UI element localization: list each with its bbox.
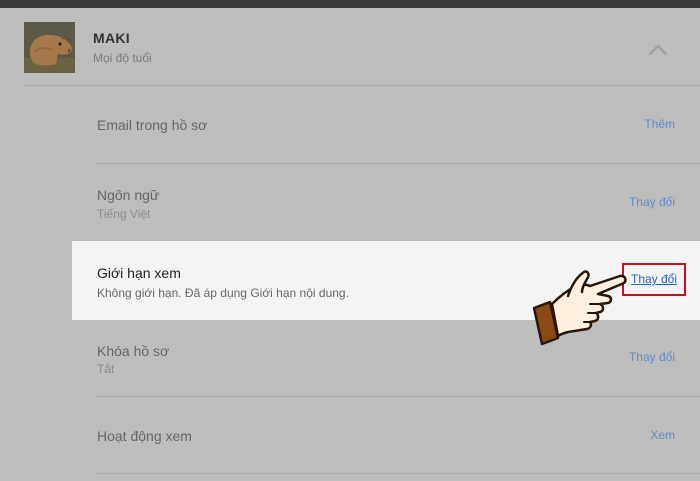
chevron-up-icon[interactable] bbox=[646, 38, 670, 62]
row-title: Ngôn ngữ bbox=[97, 187, 160, 203]
row-divider bbox=[96, 473, 700, 474]
profile-name: MAKI bbox=[93, 30, 130, 46]
row-title: Giới hạn xem bbox=[97, 265, 181, 281]
setting-row-viewing-activity: Hoạt động xem Xem bbox=[0, 397, 700, 474]
row-subtitle: Tiếng Việt bbox=[97, 207, 151, 221]
pointing-hand-icon bbox=[528, 266, 628, 348]
row-subtitle: Không giới hạn. Đã áp dụng Giới hạn nội … bbox=[97, 286, 349, 300]
setting-row-email: Email trong hồ sơ Thêm bbox=[0, 86, 700, 164]
change-restrictions-link[interactable]: Thay đổi bbox=[631, 272, 677, 286]
add-email-link[interactable]: Thêm bbox=[644, 117, 675, 131]
profile-maturity: Mọi độ tuổi bbox=[93, 51, 152, 65]
row-title: Email trong hồ sơ bbox=[97, 117, 208, 133]
row-subtitle: Tắt bbox=[97, 362, 115, 376]
profile-header[interactable]: MAKI Mọi độ tuổi bbox=[0, 8, 700, 86]
change-lock-link[interactable]: Thay đổi bbox=[629, 350, 675, 364]
setting-row-language: Ngôn ngữ Tiếng Việt Thay đổi bbox=[0, 164, 700, 241]
view-activity-link[interactable]: Xem bbox=[650, 428, 675, 442]
avatar bbox=[24, 22, 75, 73]
row-title: Khóa hồ sơ bbox=[97, 343, 170, 359]
change-language-link[interactable]: Thay đổi bbox=[629, 195, 675, 209]
row-title: Hoạt động xem bbox=[97, 428, 192, 444]
top-bar bbox=[0, 0, 700, 8]
